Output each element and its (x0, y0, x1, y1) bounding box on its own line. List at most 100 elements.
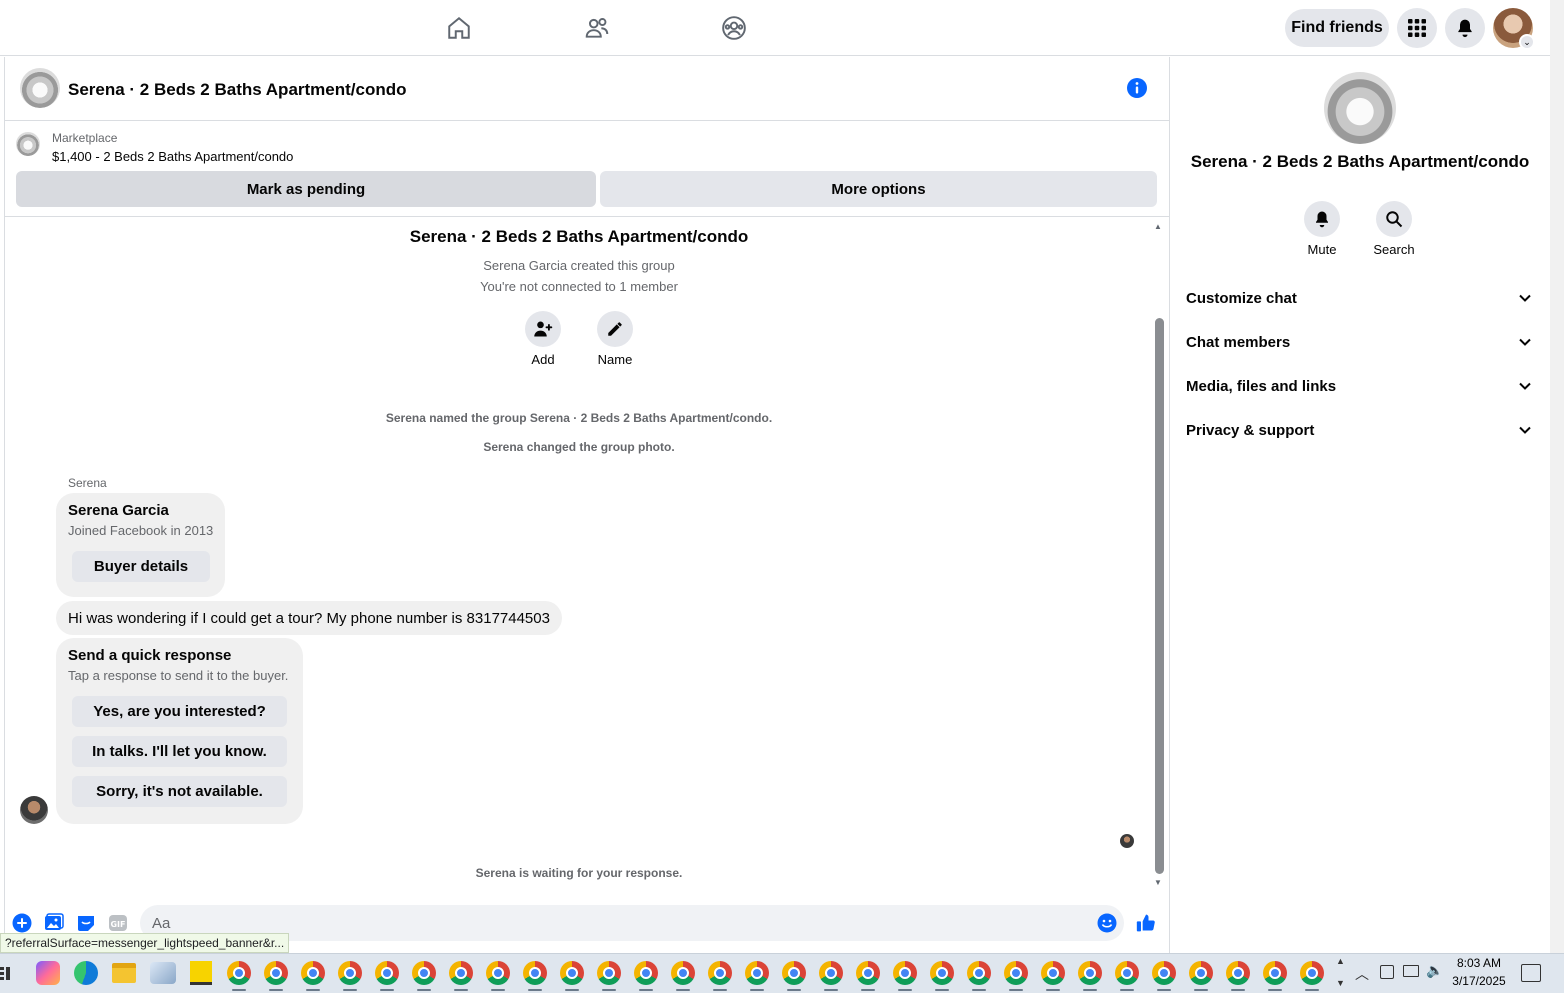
snipping-tool-icon[interactable] (150, 962, 176, 984)
quick-reply-button[interactable]: In talks. I'll let you know. (72, 736, 287, 767)
chat-header: Serena · 2 Beds 2 Baths Apartment/condo (5, 57, 1169, 121)
listing-title[interactable]: $1,400 - 2 Beds 2 Baths Apartment/condo (52, 149, 293, 164)
chrome-window-icon[interactable] (708, 961, 732, 985)
customize-chat-section[interactable]: Customize chat (1176, 278, 1542, 318)
notification-center-icon[interactable] (1521, 964, 1541, 982)
mark-as-pending-button[interactable]: Mark as pending (16, 171, 596, 207)
media-files-links-section[interactable]: Media, files and links (1176, 366, 1542, 406)
meet-now-icon[interactable] (1380, 965, 1394, 979)
chrome-window-icon[interactable] (819, 961, 843, 985)
thumbs-up-icon[interactable] (1136, 913, 1156, 933)
emoji-icon[interactable] (1097, 913, 1117, 933)
chrome-window-icon[interactable] (967, 961, 991, 985)
chrome-window-icon[interactable] (227, 961, 251, 985)
groups-icon[interactable] (718, 12, 750, 44)
chrome-window-icon[interactable] (893, 961, 917, 985)
notifications-bell-icon[interactable] (1445, 8, 1485, 48)
chevron-down-icon (1519, 338, 1531, 346)
group-photo[interactable] (20, 68, 60, 108)
chrome-window-icon[interactable] (597, 961, 621, 985)
chevron-down-icon (1519, 382, 1531, 390)
chrome-window-icon[interactable] (671, 961, 695, 985)
chrome-window-icon[interactable] (1300, 961, 1324, 985)
chevron-up-icon[interactable]: ︿ (1355, 964, 1369, 984)
running-indicator (232, 989, 246, 991)
taskbar-time[interactable]: 8:03 AM (1446, 956, 1512, 970)
chrome-window-icon[interactable] (338, 961, 362, 985)
edge-browser-icon[interactable] (74, 961, 98, 985)
chat-scrollbar-thumb[interactable] (1155, 318, 1164, 874)
chrome-window-icon[interactable] (1152, 961, 1176, 985)
sticker-icon[interactable] (76, 913, 96, 933)
chat-title[interactable]: Serena · 2 Beds 2 Baths Apartment/condo (68, 80, 407, 100)
running-indicator (676, 989, 690, 991)
sender-avatar[interactable] (20, 796, 48, 824)
section-label: Customize chat (1186, 289, 1297, 307)
chrome-window-icon[interactable] (1078, 961, 1102, 985)
chrome-window-icon[interactable] (1115, 961, 1139, 985)
chrome-window-icon[interactable] (745, 961, 769, 985)
sticky-notes-icon[interactable] (190, 961, 212, 985)
chrome-window-icon[interactable] (1263, 961, 1287, 985)
chrome-window-icon[interactable] (301, 961, 325, 985)
scroll-up-arrow-icon[interactable]: ▲ (1336, 956, 1345, 966)
chrome-window-icon[interactable] (1004, 961, 1028, 985)
running-indicator (565, 989, 579, 991)
buyer-details-button[interactable]: Buyer details (72, 551, 210, 582)
friends-icon[interactable] (581, 12, 613, 44)
chrome-window-icon[interactable] (560, 961, 584, 985)
chrome-window-icon[interactable] (523, 961, 547, 985)
chrome-window-icon[interactable] (1189, 961, 1213, 985)
running-indicator (787, 989, 801, 991)
network-icon[interactable] (1403, 965, 1419, 977)
page-scrollbar[interactable] (1550, 0, 1564, 953)
gif-icon[interactable]: GIF (108, 913, 128, 933)
search-button[interactable] (1376, 201, 1412, 237)
task-view-icon[interactable] (0, 963, 14, 983)
add-member-button[interactable] (525, 311, 561, 347)
group-photo-large[interactable] (1324, 72, 1396, 144)
scroll-down-arrow-icon[interactable]: ▼ (1336, 978, 1345, 988)
running-indicator (1231, 989, 1245, 991)
more-options-button[interactable]: More options (600, 171, 1157, 207)
running-indicator (417, 989, 431, 991)
photo-icon[interactable] (44, 913, 64, 933)
listing-photo[interactable] (16, 132, 40, 156)
chrome-window-icon[interactable] (1226, 961, 1250, 985)
chrome-window-icon[interactable] (930, 961, 954, 985)
plus-circle-icon[interactable] (12, 913, 32, 933)
chevron-down-icon[interactable]: ⌄ (1519, 34, 1535, 50)
info-icon[interactable] (1126, 77, 1148, 99)
taskbar-date[interactable]: 3/17/2025 (1446, 974, 1512, 988)
message-bubble[interactable]: Hi was wondering if I could get a tour? … (56, 601, 562, 635)
running-indicator (639, 989, 653, 991)
chrome-window-icon[interactable] (1041, 961, 1065, 985)
section-label: Media, files and links (1186, 377, 1337, 395)
file-explorer-icon[interactable] (112, 963, 136, 983)
mute-button[interactable] (1304, 201, 1340, 237)
copilot-icon[interactable] (36, 961, 60, 985)
quick-reply-button[interactable]: Yes, are you interested? (72, 696, 287, 727)
chrome-window-icon[interactable] (486, 961, 510, 985)
chrome-window-icon[interactable] (782, 961, 806, 985)
running-indicator (935, 989, 949, 991)
rename-group-button[interactable] (597, 311, 633, 347)
running-indicator (528, 989, 542, 991)
chrome-window-icon[interactable] (412, 961, 436, 985)
chrome-window-icon[interactable] (856, 961, 880, 985)
chrome-window-icon[interactable] (449, 961, 473, 985)
home-icon[interactable] (443, 12, 475, 44)
chat-members-section[interactable]: Chat members (1176, 322, 1542, 362)
quick-reply-button[interactable]: Sorry, it's not available. (72, 776, 287, 807)
scroll-down-arrow-icon[interactable]: ▼ (1154, 878, 1162, 887)
chrome-window-icon[interactable] (264, 961, 288, 985)
scroll-up-arrow-icon[interactable]: ▲ (1154, 222, 1162, 231)
running-indicator (1083, 989, 1097, 991)
privacy-support-section[interactable]: Privacy & support (1176, 410, 1542, 450)
find-friends-button[interactable]: Find friends (1285, 9, 1389, 47)
volume-icon[interactable]: 🔈 (1426, 962, 1443, 979)
menu-grid-icon[interactable] (1397, 8, 1437, 48)
group-named-note: Serena named the group Serena · 2 Beds 2… (385, 411, 773, 425)
chrome-window-icon[interactable] (634, 961, 658, 985)
chrome-window-icon[interactable] (375, 961, 399, 985)
